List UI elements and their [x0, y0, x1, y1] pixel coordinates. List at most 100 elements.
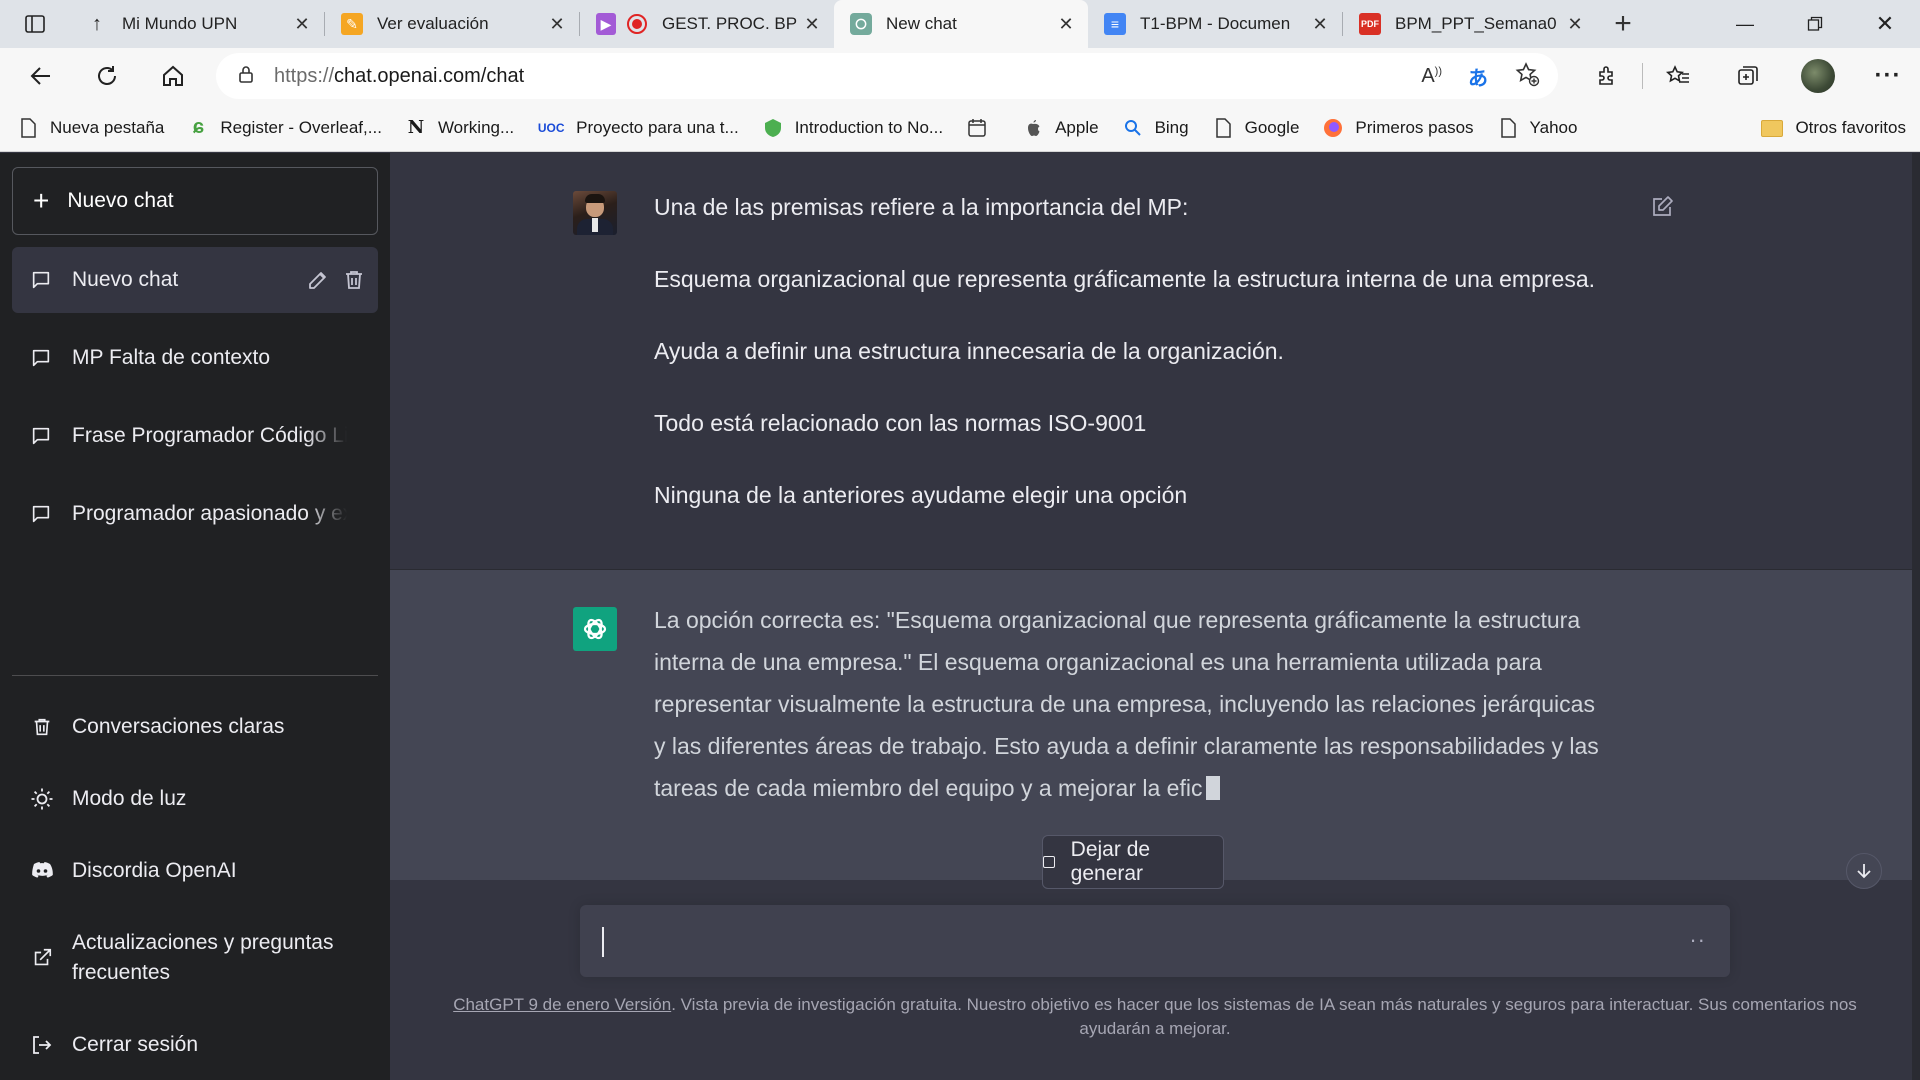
page-icon	[1498, 117, 1518, 138]
bookmark-calendar[interactable]	[967, 118, 999, 138]
bookmark-apple[interactable]: Apple	[1023, 118, 1099, 138]
close-icon[interactable]: ✕	[800, 12, 824, 36]
bookmark-introduction[interactable]: Introduction to No...	[763, 118, 943, 138]
typing-cursor	[1206, 776, 1221, 800]
new-chat-button[interactable]: + Nuevo chat	[12, 167, 378, 235]
tab-ver-evaluacion[interactable]: ✎ Ver evaluación ✕	[325, 0, 579, 48]
folder-icon	[1761, 119, 1784, 137]
tab-mi-mundo-upn[interactable]: ↑ Mi Mundo UPN ✕	[70, 0, 324, 48]
close-icon[interactable]: ✕	[1054, 12, 1078, 36]
calendar-icon	[967, 118, 987, 138]
tab-actions-icon[interactable]	[0, 0, 70, 48]
logout-icon	[30, 1033, 54, 1057]
trash-icon	[30, 715, 54, 739]
clear-conversations-button[interactable]: Conversaciones claras	[12, 691, 378, 763]
read-aloud-icon[interactable]: A))	[1421, 65, 1442, 88]
sidebar: + Nuevo chat Nuevo chat MP Falta de cont…	[0, 153, 390, 1080]
notion-icon: N	[407, 117, 425, 138]
favorites-icon[interactable]	[1643, 48, 1713, 104]
browser-tab-bar: ↑ Mi Mundo UPN ✕ ✎ Ver evaluación ✕ ▶ GE…	[0, 0, 1920, 48]
other-favorites[interactable]: Otros favoritos	[1761, 104, 1906, 152]
scrollbar[interactable]	[1912, 153, 1920, 1080]
edit-icon[interactable]	[306, 268, 330, 292]
bookmark-bing[interactable]: Bing	[1123, 118, 1189, 138]
page-icon	[1213, 117, 1233, 138]
close-icon[interactable]: ✕	[1563, 12, 1587, 36]
search-icon	[1123, 118, 1143, 138]
minimize-button[interactable]: —	[1710, 0, 1780, 48]
add-favorite-icon[interactable]	[1514, 61, 1540, 92]
chat-item-mp-falta[interactable]: MP Falta de contexto	[12, 325, 378, 391]
docs-icon: ≡	[1104, 13, 1126, 35]
back-button[interactable]	[8, 48, 74, 104]
close-window-button[interactable]: ✕	[1850, 0, 1920, 48]
url-text[interactable]: https://chat.openai.com/chat	[274, 65, 524, 88]
firefox-icon	[1323, 118, 1343, 138]
pencil-page-icon: ✎	[341, 13, 363, 35]
media-icon: ▶	[596, 13, 616, 35]
bookmark-primeros-pasos[interactable]: Primeros pasos	[1323, 118, 1474, 138]
tab-new-chat[interactable]: New chat ✕	[834, 0, 1088, 48]
version-link[interactable]: ChatGPT 9 de enero Versión	[453, 995, 671, 1014]
record-icon	[626, 13, 648, 35]
bookmarks-bar: Nueva pestaña ɕ Register - Overleaf,... …	[0, 104, 1920, 152]
lock-icon[interactable]	[236, 64, 256, 89]
more-menu-icon[interactable]: ···	[1853, 48, 1920, 104]
light-mode-button[interactable]: Modo de luz	[12, 763, 378, 835]
chatgpt-app: + Nuevo chat Nuevo chat MP Falta de cont…	[0, 153, 1920, 1080]
refresh-button[interactable]	[74, 48, 140, 104]
browser-toolbar: https://chat.openai.com/chat A)) あ ···	[0, 48, 1920, 104]
stop-generating-button[interactable]: Dejar de generar	[1042, 835, 1224, 889]
restore-button[interactable]	[1780, 0, 1850, 48]
address-bar[interactable]: https://chat.openai.com/chat A)) あ	[216, 53, 1558, 99]
sun-icon	[30, 787, 54, 811]
tab-gest-proc[interactable]: ▶ GEST. PROC. BP ✕	[580, 0, 834, 48]
tab-t1-bpm[interactable]: ≡ T1-BPM - Documen ✕	[1088, 0, 1342, 48]
extensions-icon[interactable]	[1572, 48, 1642, 104]
prompt-input[interactable]: ··	[580, 905, 1730, 977]
tab-bpm-ppt[interactable]: PDF BPM_PPT_Semana0 ✕	[1343, 0, 1597, 48]
bookmark-proyecto[interactable]: UOC Proyecto para una t...	[538, 118, 739, 138]
openai-icon	[850, 13, 872, 35]
loading-dots: ··	[1689, 927, 1706, 952]
sidebar-divider	[12, 675, 378, 676]
scroll-down-button[interactable]	[1846, 853, 1882, 889]
new-tab-button[interactable]: +	[1597, 0, 1649, 48]
apple-icon	[1023, 118, 1043, 138]
upn-icon: ↑	[92, 12, 102, 35]
edit-message-icon[interactable]	[1650, 195, 1674, 219]
chat-item-nuevo-chat[interactable]: Nuevo chat	[12, 247, 378, 313]
bookmark-working[interactable]: N Working...	[406, 117, 514, 138]
text-caret	[602, 927, 604, 957]
profile-avatar[interactable]	[1783, 48, 1853, 104]
home-button[interactable]	[140, 48, 206, 104]
bookmark-google[interactable]: Google	[1213, 117, 1299, 138]
pdf-icon: PDF	[1359, 13, 1381, 35]
user-message-text: Una de las premisas refiere a la importa…	[654, 194, 1596, 508]
assistant-message: La opción correcta es: "Esquema organiza…	[390, 570, 1920, 880]
chat-main: Una de las premisas refiere a la importa…	[390, 153, 1920, 1080]
bookmark-nueva-pestana[interactable]: Nueva pestaña	[18, 118, 164, 138]
chat-bubble-icon	[32, 271, 50, 289]
close-icon[interactable]: ✕	[1308, 12, 1332, 36]
overleaf-icon: ɕ	[192, 116, 204, 138]
assistant-message-text: La opción correcta es: "Esquema organiza…	[654, 607, 1599, 801]
translate-icon[interactable]: あ	[1468, 62, 1488, 91]
close-icon[interactable]: ✕	[290, 12, 314, 36]
chatgpt-logo-icon	[573, 607, 617, 651]
bookmark-yahoo[interactable]: Yahoo	[1498, 117, 1577, 138]
shield-icon	[763, 118, 783, 138]
bookmark-overleaf[interactable]: ɕ Register - Overleaf,...	[188, 116, 382, 138]
user-message: Una de las premisas refiere a la importa…	[390, 153, 1920, 570]
chat-item-programador-apasionado[interactable]: Programador apasionado y ex	[12, 481, 378, 547]
trash-icon[interactable]	[342, 268, 366, 292]
chat-bubble-icon	[32, 427, 50, 445]
uoc-icon: UOC	[537, 120, 565, 135]
chat-bubble-icon	[32, 349, 50, 367]
logout-button[interactable]: Cerrar sesión	[12, 1009, 378, 1080]
close-icon[interactable]: ✕	[545, 12, 569, 36]
updates-faq-link[interactable]: Actualizaciones y preguntas frecuentes	[12, 907, 378, 1009]
collections-icon[interactable]	[1713, 48, 1783, 104]
chat-item-frase-programador[interactable]: Frase Programador Código Li	[12, 403, 378, 469]
discord-link[interactable]: Discordia OpenAI	[12, 835, 378, 907]
